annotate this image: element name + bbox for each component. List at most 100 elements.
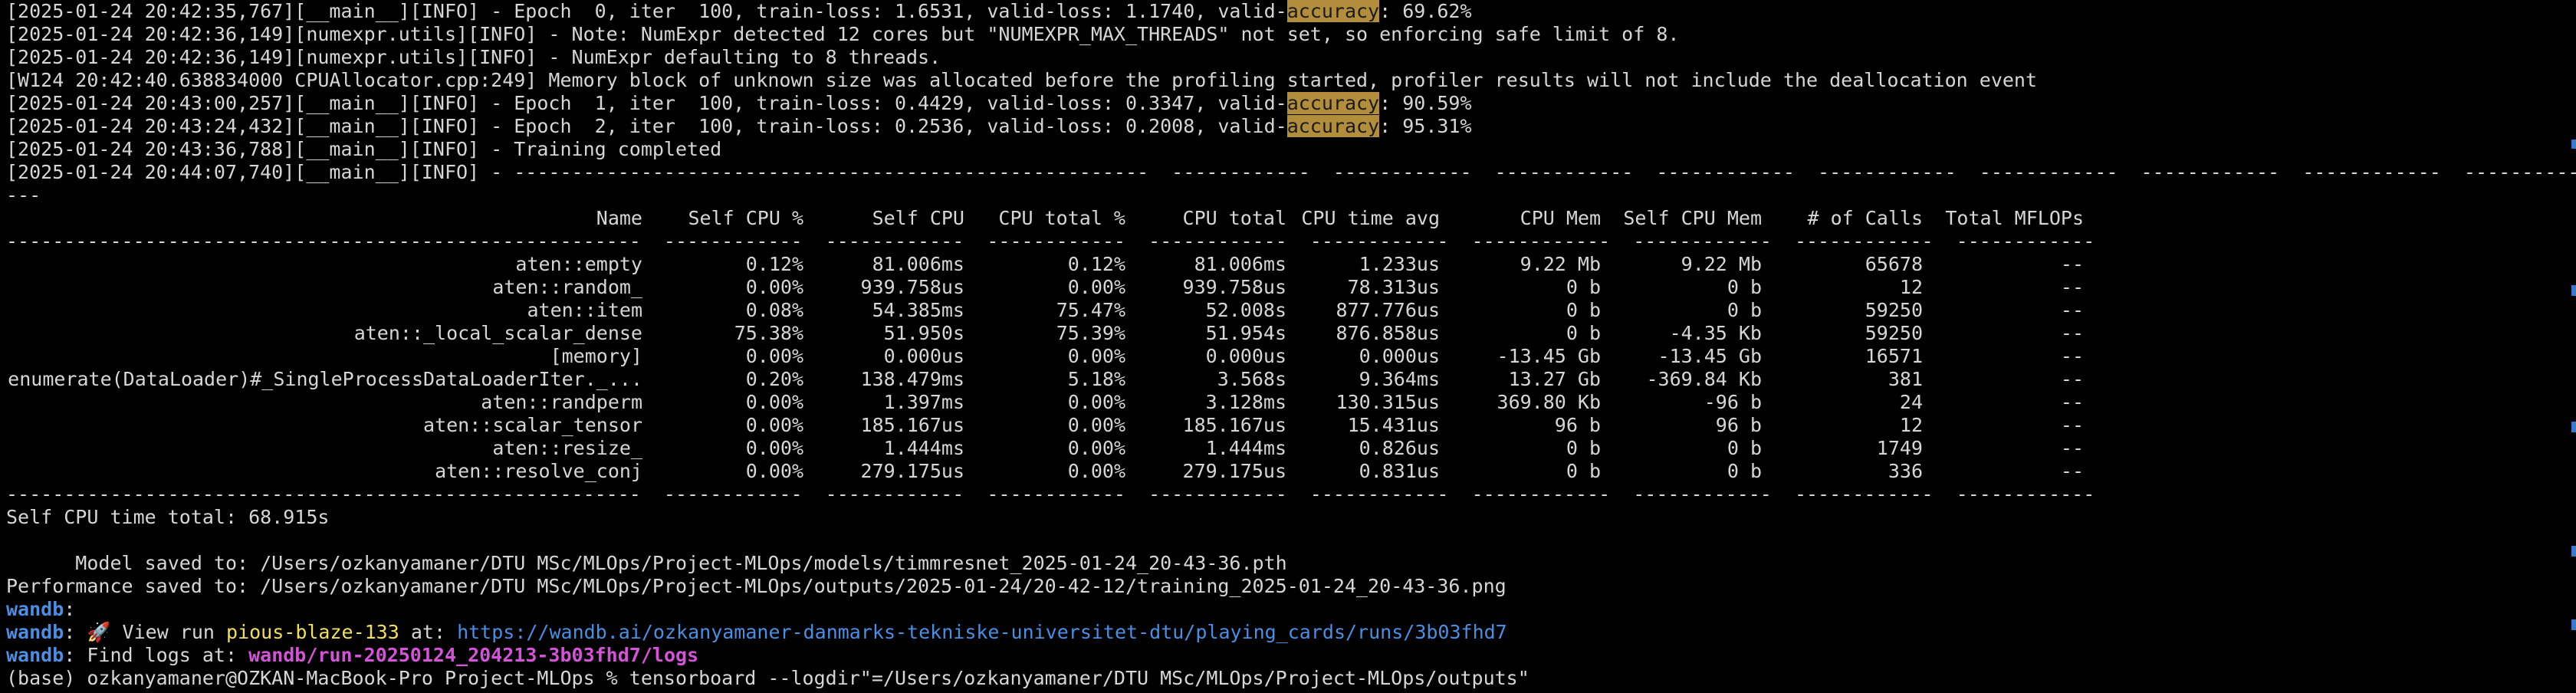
wandb-line-empty: wandb: xyxy=(6,598,2576,621)
table-cell: 0.00% xyxy=(745,391,803,413)
profiler-separator: ----------------------------------------… xyxy=(6,483,2095,505)
table-cell: aten::resolve_conj xyxy=(435,460,642,482)
log-line: [2025-01-24 20:43:36,788][__main__][INFO… xyxy=(6,138,2576,161)
terminal-window[interactable]: [2025-01-24 20:42:35,767][__main__][INFO… xyxy=(0,0,2576,693)
table-cell: 1.444ms xyxy=(883,437,964,459)
log-text: [2025-01-24 20:42:36,149][numexpr.utils]… xyxy=(6,23,1680,45)
wandb-find-logs-line: wandb: Find logs at: wandb/run-20250124_… xyxy=(6,644,2576,667)
scrollbar-marker xyxy=(2571,546,2576,557)
log-line: [2025-01-24 20:42:36,149][numexpr.utils]… xyxy=(6,46,2576,69)
shell-prompt-line[interactable]: (base) ozkanyamaner@OZKAN-MacBook-Pro Pr… xyxy=(6,667,2576,690)
table-cell: 185.167us xyxy=(1182,414,1286,436)
table-cell: 0 b xyxy=(1566,460,1601,482)
wandb-logs-path: wandb/run-20250124_204213-3b03fhd7/logs xyxy=(248,644,699,666)
table-cell: 75.39% xyxy=(1056,322,1125,344)
table-cell: aten::random_ xyxy=(492,276,642,298)
table-cell: 1.444ms xyxy=(1205,437,1286,459)
profiler-header-row: Name Self CPU % Self CPU CPU total % CPU tot… xyxy=(6,207,2576,230)
log-line: [2025-01-24 20:42:36,149][numexpr.utils]… xyxy=(6,23,2576,46)
table-cell: aten::item xyxy=(527,299,642,321)
table-row: aten::scalar_tensor 0.00% 185.167us 0.00% 18… xyxy=(6,414,2576,437)
wandb-view-run-line: wandb: 🚀 View run pious-blaze-133 at: ht… xyxy=(6,621,2576,644)
table-cell: 0.20% xyxy=(745,368,803,390)
table-cell: aten::empty xyxy=(515,253,642,275)
table-cell: 13.27 Gb xyxy=(1508,368,1601,390)
table-cell: 0.12% xyxy=(745,253,803,275)
log-text: : 69.62% xyxy=(1379,0,1472,22)
log-text: [W124 20:42:40.638834000 CPUAllocator.cp… xyxy=(6,69,2038,91)
table-cell: aten::resize_ xyxy=(492,437,642,459)
wandb-run-url-link[interactable]: https://wandb.ai/ozkanyamaner-danmarks-t… xyxy=(457,621,1507,643)
table-cell: 16571 xyxy=(1865,345,1923,367)
log-text: [2025-01-24 20:42:36,149][numexpr.utils]… xyxy=(6,46,941,68)
table-cell: 876.858us xyxy=(1336,322,1440,344)
table-cell: aten::scalar_tensor xyxy=(423,414,642,436)
table-cell: 0 b xyxy=(1566,322,1601,344)
log-text: [2025-01-24 20:43:00,257][__main__][INFO… xyxy=(6,92,1287,114)
profiler-column-header: Self CPU xyxy=(872,207,964,229)
table-cell: 0.000us xyxy=(1359,345,1440,367)
table-cell: 51.954s xyxy=(1205,322,1286,344)
log-text: : 90.59% xyxy=(1379,92,1472,114)
profiler-separator: ----------------------------------------… xyxy=(6,230,2095,252)
model-saved-line: Model saved to: /Users/ozkanyamaner/DTU … xyxy=(6,552,1287,574)
wandb-prefix: wandb xyxy=(6,621,64,643)
table-cell: -- xyxy=(2060,368,2084,390)
log-text: : 95.31% xyxy=(1379,115,1472,137)
search-highlight: accuracy xyxy=(1286,115,1380,137)
table-cell: -- xyxy=(2060,437,2084,459)
table-row: [memory] 0.00% 0.000us 0.00% 0.000us 0.000us -… xyxy=(6,345,2576,368)
table-cell: 75.47% xyxy=(1056,299,1125,321)
table-cell: 0.00% xyxy=(1067,391,1125,413)
table-cell: 0 b xyxy=(1727,437,1762,459)
profiler-column-header: Self CPU Mem xyxy=(1623,207,1762,229)
table-cell: 59250 xyxy=(1865,299,1923,321)
table-cell: 130.315us xyxy=(1336,391,1440,413)
table-cell: 0.826us xyxy=(1359,437,1440,459)
table-cell: -13.45 Gb xyxy=(1497,345,1601,367)
table-cell: 369.80 Kb xyxy=(1497,391,1601,413)
table-cell: 54.385ms xyxy=(872,299,964,321)
profiler-table: aten::empty 0.12% 81.006ms 0.12% 81.006ms 1.2… xyxy=(6,253,2576,483)
table-cell: -- xyxy=(2060,299,2084,321)
log-line: --- xyxy=(6,184,2576,207)
table-row: enumerate(DataLoader)#_SingleProcessData… xyxy=(6,368,2576,391)
table-cell: 0.00% xyxy=(745,460,803,482)
table-cell: 0.831us xyxy=(1359,460,1440,482)
table-row: aten::resize_ 0.00% 1.444ms 0.00% 1.444ms 0.8… xyxy=(6,437,2576,460)
table-cell: 12 xyxy=(1899,414,1923,436)
table-row: aten::_local_scalar_dense 75.38% 51.950s 75… xyxy=(6,322,2576,345)
profiler-column-header: Name xyxy=(596,207,642,229)
profiler-column-header: CPU Mem xyxy=(1520,207,1601,229)
table-cell: 939.758us xyxy=(1182,276,1286,298)
scrollbar-marker xyxy=(2571,422,2576,432)
log-text: [2025-01-24 20:42:35,767][__main__][INFO… xyxy=(6,0,1287,22)
table-cell: 0.000us xyxy=(883,345,964,367)
table-cell: 0 b xyxy=(1727,299,1762,321)
table-cell: -- xyxy=(2060,345,2084,367)
log-line: [2025-01-24 20:42:35,767][__main__][INFO… xyxy=(6,0,2576,23)
table-cell: 75.38% xyxy=(734,322,803,344)
wandb-colon: : xyxy=(64,598,76,620)
table-cell: -13.45 Gb xyxy=(1658,345,1762,367)
table-cell: 185.167us xyxy=(860,414,964,436)
table-cell: 0 b xyxy=(1727,276,1762,298)
table-cell: -- xyxy=(2060,276,2084,298)
table-cell: 81.006ms xyxy=(1194,253,1286,275)
scrollbar-marker xyxy=(2571,140,2576,149)
log-line: [2025-01-24 20:43:24,432][__main__][INFO… xyxy=(6,115,2576,138)
table-cell: 0.12% xyxy=(1067,253,1125,275)
log-text: [2025-01-24 20:44:07,740][__main__][INFO… xyxy=(6,161,2576,183)
log-text: [2025-01-24 20:43:24,432][__main__][INFO… xyxy=(6,115,1287,137)
table-cell: 24 xyxy=(1899,391,1923,413)
table-cell: 0.00% xyxy=(745,276,803,298)
table-cell: 0.00% xyxy=(745,414,803,436)
log-line: [W124 20:42:40.638834000 CPUAllocator.cp… xyxy=(6,69,2576,92)
table-cell: 0.08% xyxy=(745,299,803,321)
profiler-column-header: # of Calls xyxy=(1807,207,1923,229)
table-cell: -96 b xyxy=(1704,391,1762,413)
table-cell: 0 b xyxy=(1566,299,1601,321)
table-cell: 0.00% xyxy=(1067,437,1125,459)
log-line: [2025-01-24 20:44:07,740][__main__][INFO… xyxy=(6,161,2576,184)
table-cell: 78.313us xyxy=(1347,276,1440,298)
